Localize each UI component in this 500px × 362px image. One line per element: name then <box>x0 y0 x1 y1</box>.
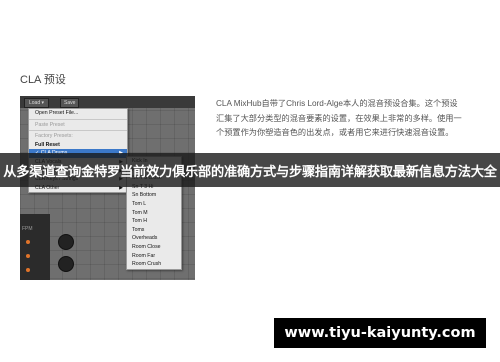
submenu-item[interactable]: Room Crush <box>127 260 181 269</box>
description-line: 汇集了大部分类型的混音要素的设置，在效果上非常的多样。使用一 <box>216 113 462 123</box>
submenu-item[interactable]: Toms <box>127 226 181 235</box>
preset-menu-item: Factory Presets: <box>29 132 127 141</box>
submenu-item[interactable]: Tom M <box>127 209 181 218</box>
plugin-knob[interactable] <box>58 256 74 272</box>
menu-separator <box>29 130 127 132</box>
submenu-item[interactable]: Room Close <box>127 243 181 252</box>
save-button[interactable]: Save <box>60 98 80 108</box>
watermark-text: www.tiyu-kaiyunty.com <box>284 325 476 341</box>
plugin-screenshot: Load ▾ Save FPM Open Preset File... Paste… <box>20 96 195 280</box>
title-banner: 从多渠道查询金特罗当前效力俱乐部的准确方式与步骤指南详解获取最新信息方法大全 <box>0 153 500 187</box>
menu-item-label: Open Preset File... <box>35 110 79 116</box>
watermark: www.tiyu-kaiyunty.com <box>274 318 486 348</box>
submenu-item[interactable]: Sn Bottom <box>127 191 181 200</box>
level-led-icon <box>26 268 30 272</box>
description-line: CLA MixHub自带了Chris Lord-Alge本人的混音预设合集。这个… <box>216 99 458 108</box>
submenu-item[interactable]: Tom L <box>127 200 181 209</box>
submenu-item[interactable]: Overheads <box>127 234 181 243</box>
menu-item-label: Paste Preset <box>35 121 65 128</box>
plugin-knob[interactable] <box>58 234 74 250</box>
preset-menu-item[interactable]: Full Reset <box>29 141 127 150</box>
preset-menu-item[interactable]: Open Preset File... <box>29 109 127 118</box>
level-led-icon <box>26 254 30 258</box>
section-title: CLA 预设 <box>20 74 66 86</box>
menu-item-label: Full Reset <box>35 141 60 148</box>
panel-label: FPM <box>22 226 33 232</box>
description: CLA MixHub自带了Chris Lord-Alge本人的混音预设合集。这个… <box>216 97 478 141</box>
banner-text: 从多渠道查询金特罗当前效力俱乐部的准确方式与步骤指南详解获取最新信息方法大全 <box>3 163 497 179</box>
menu-separator <box>29 118 127 120</box>
preset-menu-item: Paste Preset <box>29 121 127 130</box>
level-led-icon <box>26 240 30 244</box>
preset-dropdown-button[interactable]: Load ▾ <box>24 98 50 108</box>
submenu-item[interactable]: Tom H <box>127 217 181 226</box>
plugin-side-panel: FPM <box>20 214 50 280</box>
menu-item-label: Factory Presets: <box>35 133 73 140</box>
plugin-toolbar: Load ▾ Save <box>20 96 195 108</box>
description-line: 个预置作为你塑造音色的出发点，或者用它来进行快速混音设置。 <box>216 128 454 137</box>
submenu-item[interactable]: Room Far <box>127 252 181 261</box>
